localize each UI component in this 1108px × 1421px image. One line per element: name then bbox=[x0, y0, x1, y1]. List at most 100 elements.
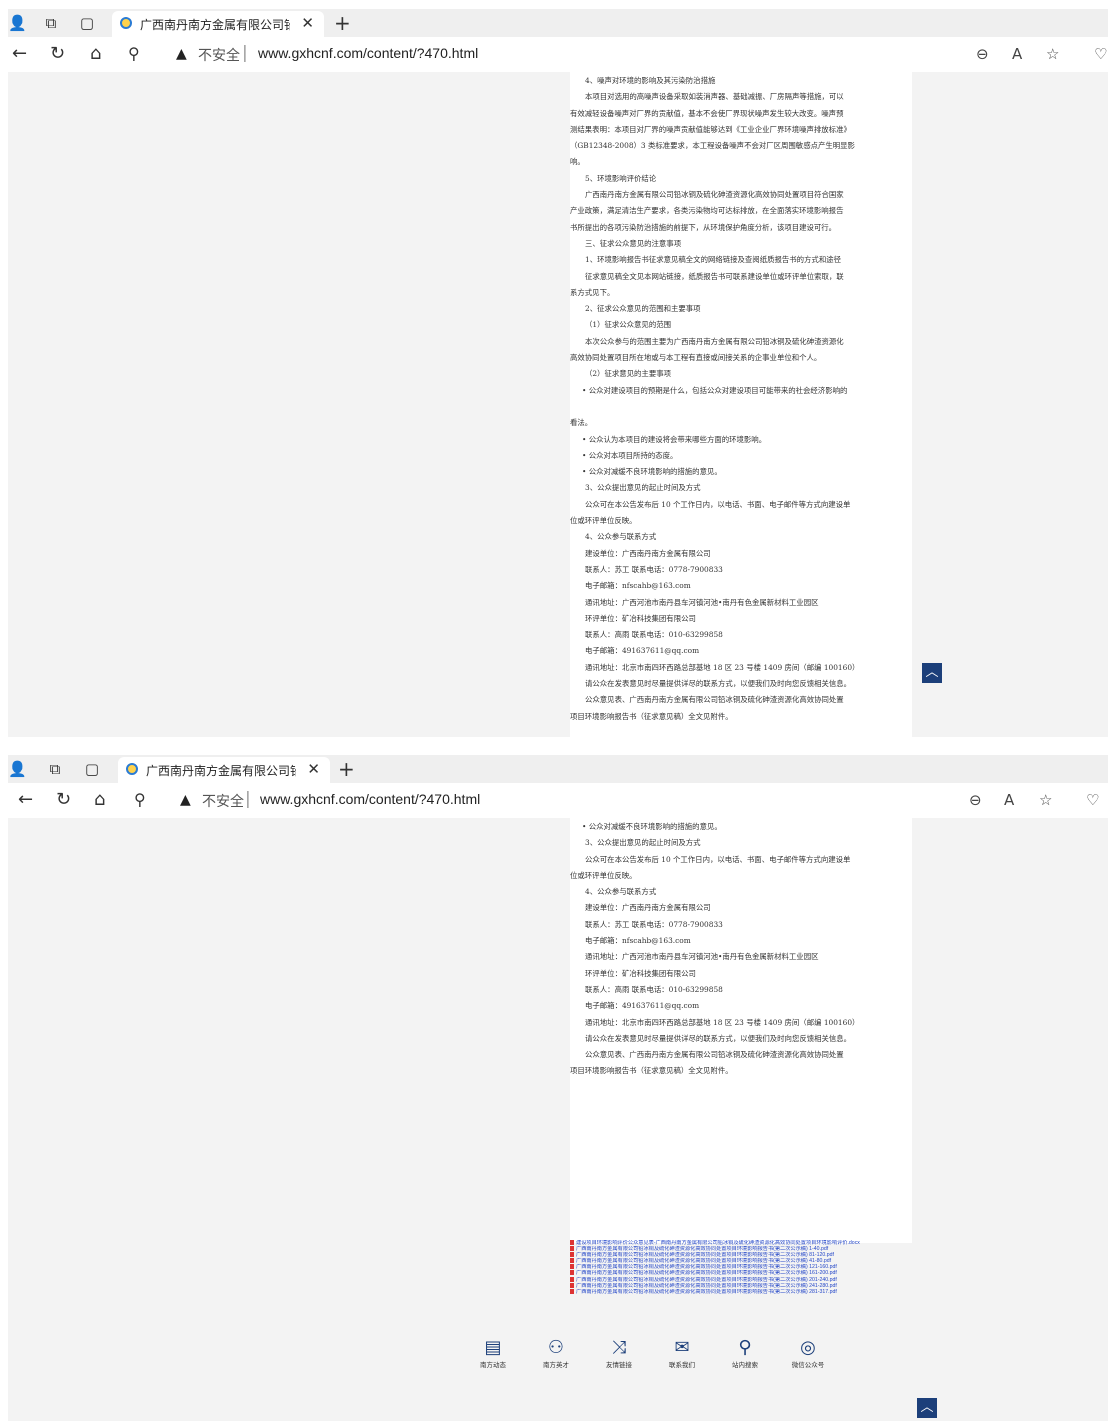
zoom-icon[interactable]: ⊖ bbox=[969, 791, 982, 809]
article-paragraph: 本项目对选用的高噪声设备采取如装消声器、基础减振、厂房隔声等措施，可以 bbox=[585, 92, 844, 102]
close-tab-icon[interactable]: ✕ bbox=[307, 760, 320, 778]
back-icon[interactable]: ← bbox=[12, 44, 27, 64]
favorite-star-icon[interactable]: ☆ bbox=[1039, 791, 1052, 809]
article-paragraph: 产业政策，满足清洁生产要求，各类污染物均可达标排放，在全面落实环境影响报告 bbox=[570, 206, 844, 216]
article-paragraph: 看法。 bbox=[570, 418, 593, 428]
new-tab-icon[interactable]: + bbox=[338, 757, 355, 781]
home-icon[interactable]: ⌂ bbox=[94, 790, 105, 810]
article-paragraph: 环评单位：矿冶科技集团有限公司 bbox=[585, 613, 696, 623]
article-paragraph: • 公众对本项目所持的态度。 bbox=[582, 450, 678, 460]
footer-nav: ▤ 南方动态 ⚇ 南方英才 ⤨ 友情链接 ✉ 联系我们 ⚲ 站内搜索 ◎ 微信公众号 bbox=[468, 1336, 848, 1378]
article-paragraph: 建设单位：广西南丹南方金属有限公司 bbox=[585, 903, 711, 913]
footer-nav-item[interactable]: ▤ 南方动态 bbox=[468, 1336, 518, 1370]
article-paragraph: 联系人：苏工 联系电话：0778-7900833 bbox=[585, 919, 723, 929]
browser-essentials-icon[interactable]: ♡ bbox=[1094, 45, 1107, 63]
back-to-top-button[interactable]: ︿ bbox=[922, 663, 942, 683]
article-paragraph: • 公众认为本项目的建设将会带来哪些方面的环境影响。 bbox=[582, 434, 767, 444]
read-aloud-icon[interactable]: A bbox=[1004, 791, 1014, 809]
collections-icon[interactable]: ⧉ bbox=[46, 760, 64, 778]
article-paragraph: 本次公众参与的范围主要为广西南丹南方金属有限公司铅冰铜及硫化砷渣资源化 bbox=[585, 336, 844, 346]
zoom-icon[interactable]: ⊖ bbox=[976, 45, 989, 63]
url-separator: | bbox=[245, 789, 251, 809]
article-paragraph: 4、噪声对环境的影响及其污染防治措施 bbox=[585, 76, 716, 85]
article-paragraph: 3、公众提出意见的起止时间及方式 bbox=[585, 838, 701, 848]
article-paragraph: 联系人：高雨 联系电话：010-63299858 bbox=[585, 630, 723, 640]
article-paragraph: 联系人：苏工 联系电话：0778-7900833 bbox=[585, 564, 723, 574]
new-tab-icon[interactable]: + bbox=[334, 11, 351, 35]
article-paragraph: 4、公众参与联系方式 bbox=[585, 887, 657, 897]
insecure-label[interactable]: 不安全 bbox=[198, 45, 240, 65]
wechat-icon: ◎ bbox=[800, 1337, 816, 1358]
article-paragraph: 电子邮箱：nfscahb@163.com bbox=[585, 581, 691, 591]
refresh-icon[interactable]: ↻ bbox=[56, 790, 71, 810]
browser-essentials-icon[interactable]: ♡ bbox=[1086, 791, 1099, 809]
page-viewport: 4、噪声对环境的影响及其污染防治措施本项目对选用的高噪声设备采取如装消声器、基础… bbox=[8, 72, 1108, 737]
article-paragraph: 有效减轻设备噪声对厂界的贡献值，基本不会使厂界现状噪声发生较大改变。噪声预 bbox=[570, 108, 844, 118]
article-paragraph: 电子邮箱：nfscahb@163.com bbox=[585, 936, 691, 946]
url-separator: | bbox=[242, 43, 248, 63]
article-paragraph: （GB12348-2008）3 类标准要求，本工程设备噪声不会对厂区周围敏感点产… bbox=[570, 141, 855, 151]
footer-nav-item[interactable]: ✉ 联系我们 bbox=[657, 1336, 707, 1370]
footer-nav-item[interactable]: ⚇ 南方英才 bbox=[531, 1336, 581, 1370]
article-paragraph: 测结果表明：本项目对厂界的噪声贡献值能够达到《工业企业厂界环境噪声排放标准》 bbox=[570, 124, 851, 134]
browser-tab-active[interactable]: 广西南丹南方金属有限公司铅冰 ✕ bbox=[118, 757, 330, 783]
article-paragraph bbox=[570, 399, 912, 415]
mail-icon: ✉ bbox=[674, 1337, 690, 1358]
article-paragraph: （2）征求意见的主要事项 bbox=[585, 369, 672, 379]
browser-tab-active[interactable]: 广西南丹南方金属有限公司铅冰 ✕ bbox=[112, 11, 324, 37]
article-paragraph: 公众意见表、广西南丹南方金属有限公司铅冰铜及硫化砷渣资源化高效协同处置 bbox=[585, 1050, 844, 1060]
article-paragraph: 项目环境影响报告书（征求意见稿）全文见附件。 bbox=[570, 1066, 733, 1076]
tab-bar: 👤 ⧉ ▢ 广西南丹南方金属有限公司铅冰 ✕ + bbox=[8, 755, 1108, 783]
close-tab-icon[interactable]: ✕ bbox=[301, 14, 314, 32]
read-aloud-icon[interactable]: A bbox=[1012, 45, 1022, 63]
article-paragraph: 三、征求公众意见的注意事项 bbox=[585, 238, 682, 248]
footer-nav-item[interactable]: ⤨ 友情链接 bbox=[594, 1336, 644, 1370]
profile-icon[interactable]: 👤 bbox=[8, 14, 27, 32]
profile-icon[interactable]: 👤 bbox=[8, 760, 27, 778]
url-text[interactable]: www.gxhcnf.com/content/?470.html bbox=[258, 45, 478, 61]
footer-nav-label: 南方动态 bbox=[480, 1361, 506, 1369]
warning-icon[interactable]: ▲ bbox=[176, 46, 187, 62]
address-bar: ← ↻ ⌂ ⚲ ▲ 不安全 | www.gxhcnf.com/content/?… bbox=[8, 37, 1108, 72]
footer-nav-label: 联系我们 bbox=[669, 1361, 695, 1369]
search-icon: ⚲ bbox=[738, 1337, 752, 1358]
tab-actions-icon[interactable]: ▢ bbox=[83, 760, 101, 778]
url-text[interactable]: www.gxhcnf.com/content/?470.html bbox=[260, 791, 480, 807]
back-icon[interactable]: ← bbox=[18, 790, 33, 810]
search-icon[interactable]: ⚲ bbox=[134, 790, 146, 810]
back-to-top-button[interactable]: ︿ bbox=[917, 1398, 937, 1418]
favorite-star-icon[interactable]: ☆ bbox=[1046, 45, 1059, 63]
article-paragraph: 位或环评单位反映。 bbox=[570, 516, 637, 526]
search-icon[interactable]: ⚲ bbox=[128, 44, 140, 64]
article-paragraph: 联系人：高雨 联系电话：010-63299858 bbox=[585, 984, 723, 994]
shuffle-icon: ⤨ bbox=[611, 1337, 627, 1358]
insecure-label[interactable]: 不安全 bbox=[202, 791, 244, 811]
screenshot-divider bbox=[0, 737, 1108, 746]
article-paragraph: 建设单位：广西南丹南方金属有限公司 bbox=[585, 548, 711, 558]
footer-nav-item[interactable]: ⚲ 站内搜索 bbox=[720, 1336, 770, 1370]
home-icon[interactable]: ⌂ bbox=[90, 44, 101, 64]
article-paragraph: 书所提出的各项污染防治措施的前提下，从环境保护角度分析，该项目建设可行。 bbox=[570, 222, 837, 232]
article-paragraph: 请公众在发表意见时尽量提供详尽的联系方式，以便我们及时向您反馈相关信息。 bbox=[585, 678, 852, 688]
footer-nav-item[interactable]: ◎ 微信公众号 bbox=[783, 1336, 833, 1370]
attachment-link[interactable]: 广西南丹南方金属有限公司铅冰铜及硫化砷渣资源化高效协同处置项目环境影响报告书(第… bbox=[570, 1289, 910, 1295]
article-content: 4、噪声对环境的影响及其污染防治措施本项目对选用的高噪声设备采取如装消声器、基础… bbox=[570, 72, 912, 737]
article-paragraph: 通讯地址：北京市南四环西路总部基地 18 区 23 号楼 1409 房间（邮编 … bbox=[585, 1017, 860, 1027]
article-content: • 公众对减缓不良环境影响的措施的意见。 3、公众提出意见的起止时间及方式 公众可在… bbox=[570, 818, 912, 1243]
article-paragraph: 电子邮箱：491637611@qq.com bbox=[585, 646, 700, 656]
footer-nav-label: 站内搜索 bbox=[732, 1361, 758, 1369]
site-favicon-icon bbox=[120, 17, 132, 29]
article-paragraph: 4、公众参与联系方式 bbox=[585, 532, 657, 542]
warning-icon[interactable]: ▲ bbox=[180, 792, 191, 808]
tab-actions-icon[interactable]: ▢ bbox=[78, 14, 96, 32]
article-paragraph: 项目环境影响报告书（征求意见稿）全文见附件。 bbox=[570, 711, 733, 721]
tab-bar: 👤 ⧉ ▢ 广西南丹南方金属有限公司铅冰 ✕ + bbox=[8, 9, 1108, 37]
article-paragraph: 高效协同处置项目所在地或与本工程有直接或间接关系的企事业单位和个人。 bbox=[570, 353, 822, 363]
page-viewport: • 公众对减缓不良环境影响的措施的意见。 3、公众提出意见的起止时间及方式 公众可在… bbox=[8, 818, 1108, 1421]
article-paragraph: 通讯地址：广西河池市南丹县车河镇河池•南丹有色金属新材料工业园区 bbox=[585, 597, 819, 607]
browser-window-2: 👤 ⧉ ▢ 广西南丹南方金属有限公司铅冰 ✕ + ← ↻ ⌂ ⚲ ▲ 不安全 |… bbox=[0, 746, 1108, 1421]
refresh-icon[interactable]: ↻ bbox=[50, 44, 65, 64]
collections-icon[interactable]: ⧉ bbox=[42, 14, 60, 32]
article-paragraph: 位或环评单位反映。 bbox=[570, 870, 637, 880]
footer-nav-label: 友情链接 bbox=[606, 1361, 632, 1369]
